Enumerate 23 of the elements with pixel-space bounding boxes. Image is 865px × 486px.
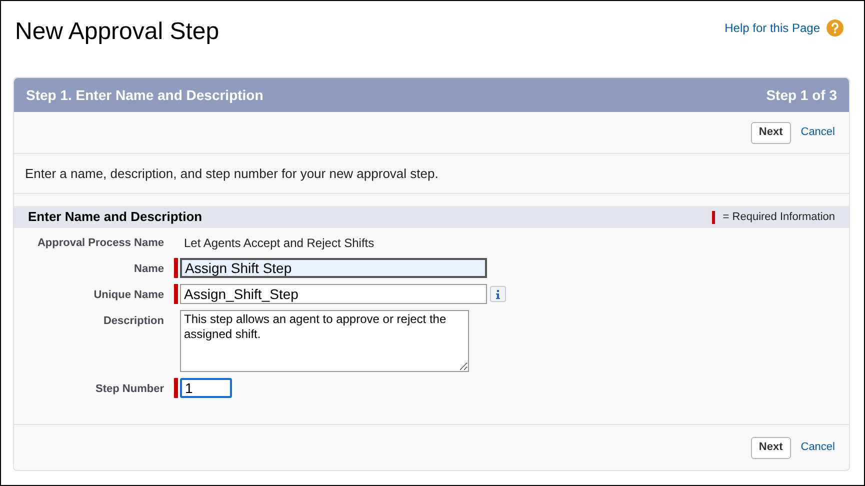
wizard-title: Step 1. Enter Name and Description [26,86,264,105]
step-indicator: Step 1 of 3 [766,86,837,105]
section-title: Enter Name and Description [28,208,202,226]
field-value: Let Agents Accept and Reject Shifts [183,235,374,252]
field-label: Description [102,314,164,329]
instructions-text: Enter a name, description, and step number for your new approval step. [25,164,438,183]
input-field[interactable]: Assign Shift Step [180,258,487,278]
required-marker [712,210,715,224]
cancel-link[interactable]: Cancel [800,439,835,456]
cancel-link[interactable]: Cancel [800,124,835,141]
input-field[interactable]: Assign_Shift_Step [180,284,487,304]
field-label: Step Number [94,382,164,397]
field-label: Name [133,262,164,277]
field-label: Approval Process Name [36,236,164,251]
help-link[interactable]: Help for this Page [724,19,820,37]
next-button[interactable]: Next [750,436,791,458]
input-field[interactable]: 1 [180,378,232,398]
info-icon[interactable] [490,286,506,302]
next-button[interactable]: Next [750,122,791,144]
page-title: New Approval Step [15,17,220,47]
required-legend: = Required Information [722,208,835,226]
field-label: Unique Name [92,288,164,303]
description-field[interactable]: This step allows an agent to approve or reject the assigned shift. [180,310,469,372]
